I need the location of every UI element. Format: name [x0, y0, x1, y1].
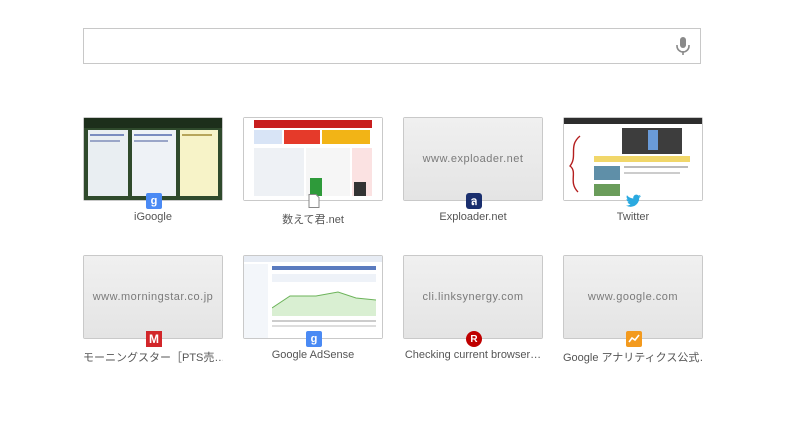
tile-thumbnail[interactable]: g: [83, 117, 223, 209]
tile-thumbnail[interactable]: [243, 117, 383, 208]
tile-url-placeholder: www.google.com: [564, 256, 702, 338]
most-visited-tile-twitter[interactable]: Twitter: [563, 117, 703, 223]
analytics-icon: [626, 331, 642, 347]
twitter-icon: [626, 193, 642, 209]
tile-title[interactable]: iGoogle: [83, 211, 223, 223]
most-visited-tile-adsense[interactable]: g Google AdSense: [243, 255, 383, 361]
tile-title[interactable]: モーニングスター［PTS売…: [83, 349, 223, 365]
google-icon: g: [306, 331, 322, 347]
rakuten-icon: R: [466, 331, 482, 347]
tile-url-placeholder: www.morningstar.co.jp: [84, 256, 222, 338]
most-visited-tile-exploader[interactable]: www.exploader.net ล Exploader.net: [403, 117, 543, 223]
tile-thumbnail[interactable]: [563, 117, 703, 207]
most-visited-tile-morningstar[interactable]: www.morningstar.co.jp M モーニングスター［PTS売…: [83, 255, 223, 364]
most-visited-tile-kazoetekun[interactable]: 数えて君.net: [243, 117, 383, 226]
most-visited-tile-linksynergy[interactable]: cli.linksynergy.com R Checking current b…: [403, 255, 543, 361]
most-visited-tile-igoogle[interactable]: g iGoogle: [83, 117, 223, 223]
most-visited-tile-google-analytics[interactable]: www.google.com Google アナリティクス公式…: [563, 255, 703, 364]
tile-thumbnail[interactable]: cli.linksynergy.com R: [403, 255, 543, 347]
microphone-icon[interactable]: [674, 37, 692, 57]
exploader-icon: ล: [466, 193, 482, 209]
google-icon: g: [146, 193, 162, 209]
tile-thumbnail[interactable]: g: [243, 255, 383, 347]
search-input[interactable]: [83, 28, 701, 64]
tile-thumbnail[interactable]: www.google.com: [563, 255, 703, 347]
tile-title[interactable]: 数えて君.net: [243, 211, 383, 227]
tile-url-placeholder: www.exploader.net: [404, 118, 542, 200]
tile-title[interactable]: Google アナリティクス公式…: [563, 349, 703, 365]
tile-url-placeholder: cli.linksynergy.com: [404, 256, 542, 338]
tile-title[interactable]: Exploader.net: [403, 211, 543, 223]
tile-title[interactable]: Google AdSense: [243, 349, 383, 361]
tile-title[interactable]: Checking current browser…: [403, 349, 543, 361]
morningstar-icon: M: [146, 331, 162, 347]
tile-title[interactable]: Twitter: [563, 211, 703, 223]
tile-thumbnail[interactable]: www.exploader.net ล: [403, 117, 543, 209]
tile-thumbnail[interactable]: www.morningstar.co.jp M: [83, 255, 223, 347]
page-icon: [306, 193, 322, 209]
